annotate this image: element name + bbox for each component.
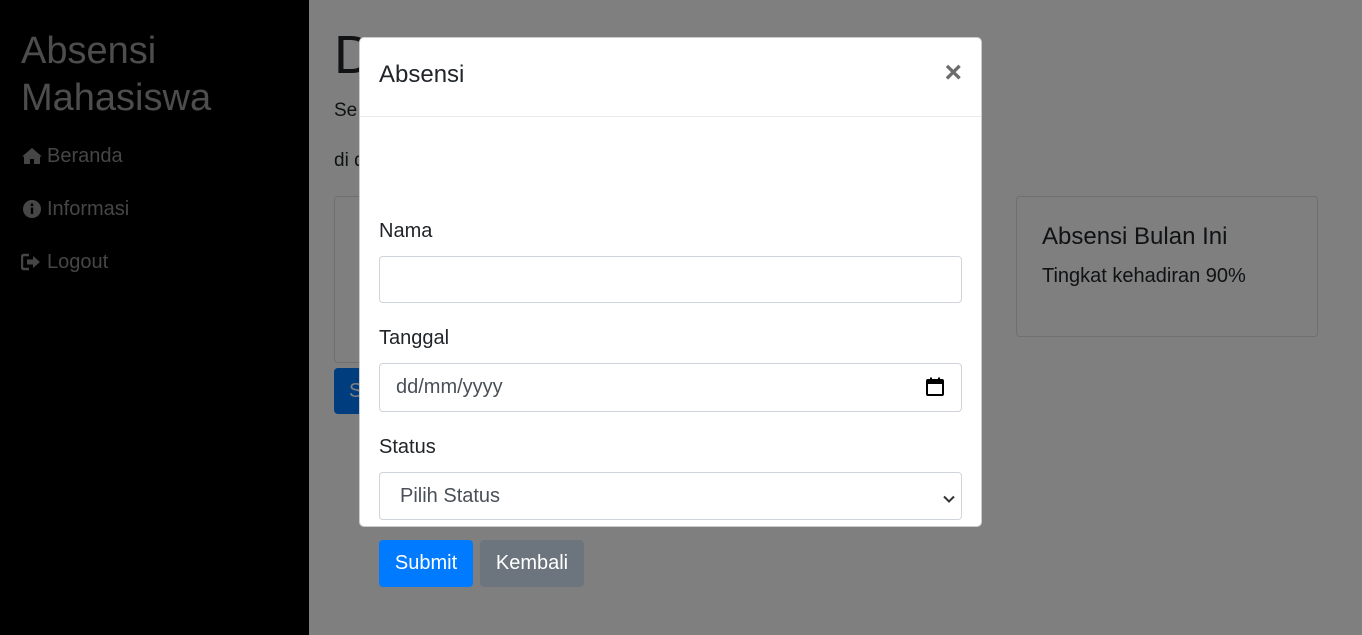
status-selected-value: Pilih Status [400,484,501,507]
nama-label: Nama [379,220,433,242]
chevron-down-icon [942,489,956,512]
tanggal-label: Tanggal [379,327,450,349]
kembali-button[interactable]: Kembali [480,540,584,587]
modal-title: Absensi [379,61,465,88]
attendance-modal: Absensi × Nama Tanggal dd/mm/yyyy Status… [359,37,982,587]
close-button[interactable]: × [944,58,962,88]
submit-button[interactable]: Submit [379,540,473,587]
calendar-icon[interactable] [926,377,944,402]
date-placeholder: dd/mm/yyyy [396,376,503,398]
status-label: Status [379,436,436,458]
modal-header: Absensi × [360,38,981,117]
status-select[interactable]: Pilih Status [379,472,962,520]
tanggal-date-input[interactable]: dd/mm/yyyy [379,363,962,412]
nama-input[interactable] [379,256,962,303]
